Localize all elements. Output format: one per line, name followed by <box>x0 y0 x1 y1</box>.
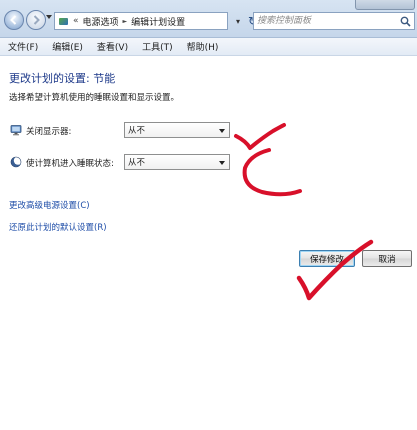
page-subtitle: 选择希望计算机使用的睡眠设置和显示设置。 <box>9 93 180 103</box>
turn-off-display-select[interactable]: 从不 <box>124 122 230 138</box>
annotation-curve <box>242 148 302 197</box>
search-input[interactable] <box>257 14 397 28</box>
sleep-select[interactable]: 从不 <box>124 154 230 170</box>
menu-file[interactable]: 文件(F) <box>0 40 44 53</box>
control-panel-icon <box>58 16 69 27</box>
recent-pages-dropdown[interactable] <box>46 15 52 19</box>
breadcrumb-separator[interactable]: ► <box>123 18 128 25</box>
save-changes-button[interactable]: 保存修改 <box>299 250 355 267</box>
turn-off-display-label: 关闭显示器: <box>26 127 72 137</box>
sleep-label: 使计算机进入睡眠状态: <box>26 159 114 169</box>
sleep-value: 从不 <box>128 158 146 168</box>
chevron-down-icon: ▾ <box>235 16 240 26</box>
breadcrumb[interactable]: « 电源选项 ► 编辑计划设置 <box>54 12 228 30</box>
back-button[interactable] <box>4 10 24 30</box>
breadcrumb-item-edit-plan[interactable]: 编辑计划设置 <box>131 15 185 28</box>
chevron-down-icon <box>219 129 225 133</box>
address-dropdown-button[interactable]: ▾ <box>231 12 245 30</box>
breadcrumb-item-power-options[interactable]: 电源选项 <box>83 15 119 28</box>
search-box[interactable] <box>253 12 415 30</box>
menu-help[interactable]: 帮助(H) <box>179 40 225 53</box>
page-title: 更改计划的设置: 节能 <box>9 72 116 85</box>
cancel-button[interactable]: 取消 <box>362 250 412 267</box>
arrow-left-icon <box>10 15 17 25</box>
menu-view[interactable]: 查看(V) <box>89 40 134 53</box>
moon-icon <box>10 156 22 168</box>
address-bar: « 电源选项 ► 编辑计划设置 ▾ ↻ <box>0 0 417 38</box>
advanced-power-settings-link[interactable]: 更改高级电源设置(C) <box>9 199 90 211</box>
window-controls[interactable] <box>355 0 415 10</box>
search-icon[interactable] <box>400 16 411 27</box>
breadcrumb-overflow[interactable]: « <box>73 16 79 26</box>
turn-off-display-value: 从不 <box>128 126 146 136</box>
annotation-checkmark-top <box>234 123 286 150</box>
restore-defaults-link[interactable]: 还原此计划的默认设置(R) <box>9 221 107 233</box>
menu-edit[interactable]: 编辑(E) <box>44 40 89 53</box>
menu-bar: 文件(F) 编辑(E) 查看(V) 工具(T) 帮助(H) <box>0 38 417 56</box>
monitor-icon <box>10 125 22 136</box>
arrow-right-icon <box>33 15 40 25</box>
chevron-down-icon <box>219 161 225 165</box>
annotation-marks <box>234 123 374 301</box>
forward-button[interactable] <box>26 10 46 30</box>
menu-tools[interactable]: 工具(T) <box>134 40 179 53</box>
